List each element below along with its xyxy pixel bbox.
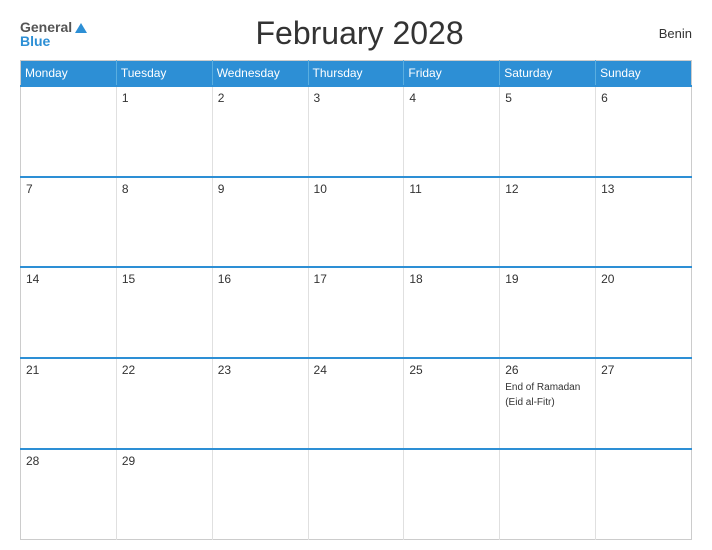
calendar-cell: 4 xyxy=(404,86,500,177)
day-number: 22 xyxy=(122,363,207,377)
calendar-cell xyxy=(404,449,500,540)
col-friday: Friday xyxy=(404,61,500,87)
calendar-cell: 6 xyxy=(596,86,692,177)
calendar-table: Monday Tuesday Wednesday Thursday Friday… xyxy=(20,60,692,540)
col-wednesday: Wednesday xyxy=(212,61,308,87)
day-number: 9 xyxy=(218,182,303,196)
calendar-week-row: 28 29 xyxy=(21,449,692,540)
calendar-cell: 5 xyxy=(500,86,596,177)
calendar-cell: 15 xyxy=(116,267,212,358)
day-number: 14 xyxy=(26,272,111,286)
day-number: 13 xyxy=(601,182,686,196)
day-number: 23 xyxy=(218,363,303,377)
calendar-cell: 14 xyxy=(21,267,117,358)
day-number: 29 xyxy=(122,454,207,468)
day-number: 10 xyxy=(314,182,399,196)
logo: General Blue xyxy=(20,20,87,48)
day-number: 15 xyxy=(122,272,207,286)
calendar-cell: 3 xyxy=(308,86,404,177)
day-number: 11 xyxy=(409,182,494,196)
calendar-cell: 24 xyxy=(308,358,404,449)
day-number: 2 xyxy=(218,91,303,105)
day-number: 1 xyxy=(122,91,207,105)
day-number: 12 xyxy=(505,182,590,196)
day-number: 24 xyxy=(314,363,399,377)
day-number: 5 xyxy=(505,91,590,105)
col-monday: Monday xyxy=(21,61,117,87)
calendar-cell: 18 xyxy=(404,267,500,358)
day-number: 28 xyxy=(26,454,111,468)
col-thursday: Thursday xyxy=(308,61,404,87)
calendar-cell: 23 xyxy=(212,358,308,449)
calendar-cell: 11 xyxy=(404,177,500,268)
calendar-event: End of Ramadan (Eid al-Fitr) xyxy=(505,382,580,408)
calendar-cell: 17 xyxy=(308,267,404,358)
calendar-header: Monday Tuesday Wednesday Thursday Friday… xyxy=(21,61,692,87)
calendar-week-row: 21 22 23 24 25 26 End of Ramadan (Eid al-Fitr)… xyxy=(21,358,692,449)
day-number: 16 xyxy=(218,272,303,286)
page-title: February 2028 xyxy=(87,15,632,52)
calendar-cell: 22 xyxy=(116,358,212,449)
calendar-cell xyxy=(500,449,596,540)
day-number: 17 xyxy=(314,272,399,286)
calendar-body: 1234567891011121314151617181920212223242… xyxy=(21,86,692,540)
calendar-week-row: 123456 xyxy=(21,86,692,177)
calendar-cell: 29 xyxy=(116,449,212,540)
calendar-cell xyxy=(21,86,117,177)
calendar-week-row: 789 10 11 12 13 xyxy=(21,177,692,268)
day-number: 26 xyxy=(505,363,590,377)
calendar-cell xyxy=(212,449,308,540)
calendar-cell: 16 xyxy=(212,267,308,358)
calendar-cell: 20 xyxy=(596,267,692,358)
weekday-header-row: Monday Tuesday Wednesday Thursday Friday… xyxy=(21,61,692,87)
day-number: 25 xyxy=(409,363,494,377)
calendar-cell: 26 End of Ramadan (Eid al-Fitr) xyxy=(500,358,596,449)
calendar-cell xyxy=(596,449,692,540)
logo-blue: Blue xyxy=(20,34,87,48)
logo-general: General xyxy=(20,20,72,34)
day-number: 3 xyxy=(314,91,399,105)
day-number: 4 xyxy=(409,91,494,105)
calendar-cell: 25 xyxy=(404,358,500,449)
col-tuesday: Tuesday xyxy=(116,61,212,87)
day-number: 7 xyxy=(26,182,111,196)
day-number: 6 xyxy=(601,91,686,105)
day-number: 27 xyxy=(601,363,686,377)
calendar-week-row: 14 15 16 17 18 19 20 xyxy=(21,267,692,358)
calendar-cell: 9 xyxy=(212,177,308,268)
header: General Blue February 2028 Benin xyxy=(20,15,692,52)
calendar-cell: 13 xyxy=(596,177,692,268)
col-saturday: Saturday xyxy=(500,61,596,87)
day-number: 21 xyxy=(26,363,111,377)
calendar-cell: 8 xyxy=(116,177,212,268)
calendar-cell: 10 xyxy=(308,177,404,268)
calendar-cell: 1 xyxy=(116,86,212,177)
calendar-cell: 27 xyxy=(596,358,692,449)
calendar-cell: 2 xyxy=(212,86,308,177)
day-number: 18 xyxy=(409,272,494,286)
day-number: 20 xyxy=(601,272,686,286)
logo-triangle-icon xyxy=(75,23,87,33)
day-number: 8 xyxy=(122,182,207,196)
day-number: 19 xyxy=(505,272,590,286)
calendar-cell: 28 xyxy=(21,449,117,540)
calendar-cell xyxy=(308,449,404,540)
country-label: Benin xyxy=(632,26,692,41)
page: General Blue February 2028 Benin Monday … xyxy=(0,0,712,550)
calendar-cell: 7 xyxy=(21,177,117,268)
col-sunday: Sunday xyxy=(596,61,692,87)
calendar-cell: 21 xyxy=(21,358,117,449)
calendar-cell: 19 xyxy=(500,267,596,358)
calendar-cell: 12 xyxy=(500,177,596,268)
